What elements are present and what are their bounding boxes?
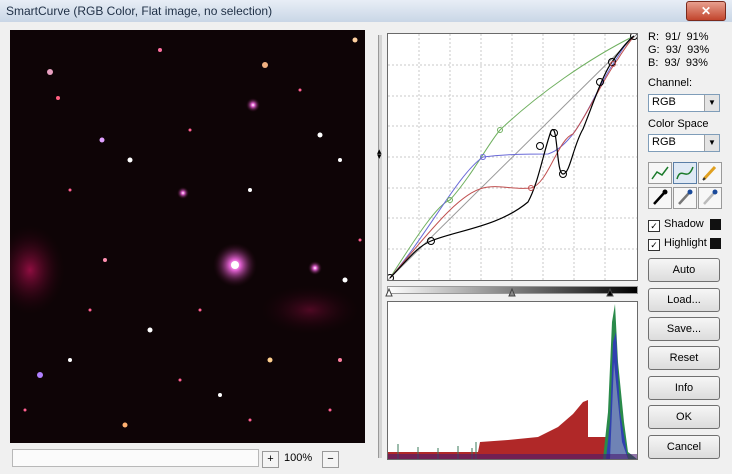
- black-eyedropper-tool[interactable]: [648, 187, 672, 209]
- colorspace-value: RGB: [652, 136, 676, 148]
- highlight-color-swatch[interactable]: [710, 238, 721, 249]
- histogram-red: [388, 400, 610, 459]
- pencil-icon: [702, 165, 717, 181]
- shadow-label: Shadow: [664, 218, 704, 230]
- curve-point[interactable]: [536, 142, 544, 150]
- colorspace-select[interactable]: RGB ▼: [648, 134, 720, 152]
- title-bar: SmartCurve (RGB Color, Flat image, no se…: [0, 0, 732, 23]
- eyedropper-white-icon: [703, 189, 718, 205]
- color-readout: R: 91/ 91% G: 93/ 93% B: 93/ 93%: [648, 31, 709, 70]
- blue-readout: B: 93/ 93%: [648, 57, 708, 69]
- histogram: [387, 301, 638, 460]
- minus-icon: −: [327, 453, 334, 465]
- shadow-checkbox[interactable]: ✓ Shadow: [648, 218, 721, 232]
- channel-label: Channel:: [648, 77, 693, 89]
- ok-button[interactable]: OK: [648, 405, 720, 429]
- midtone-marker-icon[interactable]: [508, 287, 516, 297]
- white-eyedropper-tool[interactable]: [698, 187, 722, 209]
- eyedropper-gray-icon: [678, 189, 693, 205]
- cancel-button[interactable]: Cancel: [648, 435, 720, 459]
- auto-button[interactable]: Auto: [648, 258, 720, 282]
- preview-stars: [10, 37, 362, 428]
- close-icon: ✕: [700, 4, 712, 18]
- check-icon: ✓: [648, 239, 660, 251]
- red-readout: R: 91/ 91%: [648, 31, 709, 43]
- gray-eyedropper-tool[interactable]: [673, 187, 697, 209]
- highlight-label: Highlight: [664, 237, 707, 249]
- histogram-canvas: [388, 304, 637, 459]
- colorspace-label: Color Space: [648, 118, 709, 130]
- shadow-marker-icon[interactable]: [385, 287, 393, 297]
- vertical-slider[interactable]: [378, 35, 382, 458]
- smooth-curve-icon: [676, 166, 694, 180]
- check-icon: ✓: [648, 220, 660, 232]
- zoom-level: 100%: [284, 452, 313, 464]
- linear-curve-icon: [651, 166, 669, 180]
- shadow-color-swatch[interactable]: [710, 219, 721, 230]
- reset-button[interactable]: Reset: [648, 346, 720, 370]
- zoom-out-button[interactable]: −: [322, 451, 339, 468]
- close-button[interactable]: ✕: [686, 1, 726, 21]
- smooth-curve-tool[interactable]: [673, 162, 697, 184]
- plus-icon: +: [267, 453, 274, 465]
- chevron-down-icon: ▼: [704, 95, 719, 111]
- channel-select[interactable]: RGB ▼: [648, 94, 720, 112]
- info-button[interactable]: Info: [648, 376, 720, 400]
- image-preview[interactable]: [10, 30, 365, 443]
- linear-curve-tool[interactable]: [648, 162, 672, 184]
- preview-scroll-field[interactable]: [12, 449, 259, 467]
- vertical-slider-handle[interactable]: ▴ ▾: [377, 147, 383, 161]
- save-button[interactable]: Save...: [648, 317, 720, 341]
- highlight-marker-icon[interactable]: [606, 287, 614, 297]
- load-button[interactable]: Load...: [648, 288, 720, 312]
- highlight-checkbox[interactable]: ✓ Highlight: [648, 237, 721, 251]
- level-markers: [385, 287, 614, 297]
- zoom-in-button[interactable]: +: [262, 451, 279, 468]
- pencil-tool[interactable]: [698, 162, 722, 184]
- eyedropper-black-icon: [653, 189, 668, 205]
- green-readout: G: 93/ 93%: [648, 44, 710, 56]
- window-title: SmartCurve (RGB Color, Flat image, no se…: [6, 4, 273, 18]
- chevron-down-icon: ▼: [704, 135, 719, 151]
- channel-value: RGB: [652, 96, 676, 108]
- curve-canvas: [388, 34, 637, 280]
- curve-graph[interactable]: [387, 33, 638, 281]
